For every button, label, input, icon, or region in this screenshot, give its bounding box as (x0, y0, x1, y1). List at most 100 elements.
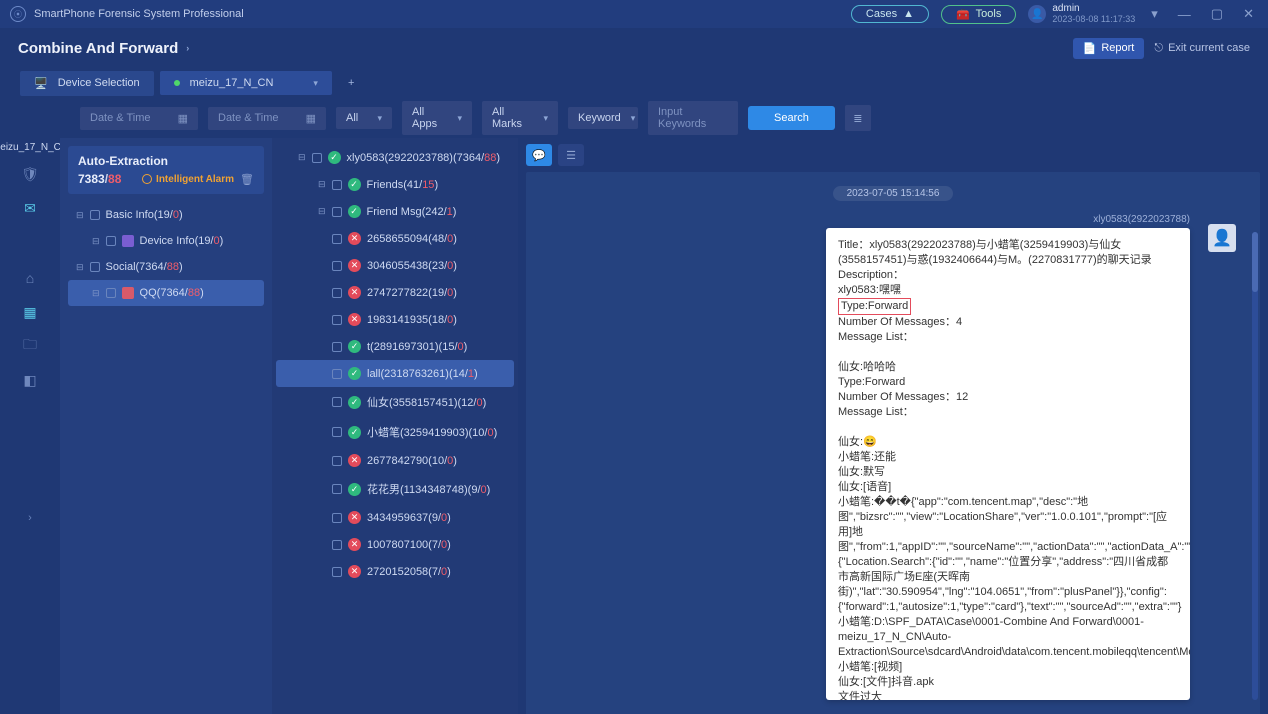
toggle-icon: ⊟ (318, 179, 326, 190)
conversation-item[interactable]: ⊟✓Friends(41/15) (276, 171, 514, 198)
chevron-down-icon: ▾ (377, 113, 382, 124)
conversation-item[interactable]: ✕1007807100(7/0) (276, 531, 514, 558)
checkbox[interactable] (332, 180, 342, 190)
conversation-item-label: 2747277822(19/0) (367, 287, 457, 299)
keyword-input[interactable]: Input Keywords (648, 101, 738, 135)
conversation-item[interactable]: ✕2747277822(19/0) (276, 279, 514, 306)
chat-panel: 💬 ☰ 2023-07-05 15:14:56 xly0583(29220237… (518, 138, 1268, 714)
conversation-item[interactable]: ✓t(2891697301)(15/0) (276, 333, 514, 360)
close-button[interactable]: ✕ (1239, 6, 1258, 22)
conversation-item[interactable]: ✕3046055438(23/0) (276, 252, 514, 279)
checkbox[interactable] (332, 288, 342, 298)
checkbox[interactable] (90, 210, 100, 220)
rail-grid-icon[interactable]: ▦ (16, 298, 44, 326)
chat-body: 2023-07-05 15:14:56 xly0583(2922023788) … (526, 172, 1260, 714)
tab-bar: 🖥️ Device Selection meizu_17_N_CN ▾ + (0, 68, 1268, 98)
page-header: Combine And Forward › 📄 Report ⎋ Exit cu… (0, 28, 1268, 68)
checkbox[interactable] (332, 207, 342, 217)
message-line: 小蜡笔:还能 (838, 450, 1178, 465)
filter-all-select[interactable]: All▾ (336, 107, 392, 129)
tree-item[interactable]: ⊟ QQ(7364/88) (68, 280, 264, 306)
tree-item-label: QQ(7364/88) (140, 287, 204, 299)
status-badge-icon: ✕ (348, 511, 361, 524)
toggle-icon: ⊟ (92, 236, 100, 247)
conversation-item[interactable]: ✓花花男(1134348748)(9/0) (276, 474, 514, 504)
conversation-item[interactable]: ✕2658655094(48/0) (276, 225, 514, 252)
checkbox[interactable] (106, 288, 116, 298)
checkbox[interactable] (332, 540, 342, 550)
dropdown-icon[interactable]: ▾ (1147, 6, 1162, 22)
message-line: Message List： (838, 405, 1178, 420)
date-to-input[interactable]: Date & Time ▦ (208, 107, 326, 130)
checkbox[interactable] (332, 261, 342, 271)
conversation-item[interactable]: ✓仙女(3558157451)(12/0) (276, 387, 514, 417)
delete-button[interactable]: 🗑 (240, 173, 254, 186)
device-selection-label: Device Selection (58, 77, 140, 89)
checkbox[interactable] (332, 369, 342, 379)
auto-extraction-header[interactable]: Auto-Extraction 7383/88 Intelligent Alar… (68, 146, 264, 194)
tab-device[interactable]: meizu_17_N_CN ▾ (160, 71, 332, 95)
checkbox[interactable] (106, 236, 116, 246)
conversation-item[interactable]: ✕2720152058(7/0) (276, 558, 514, 585)
list-view-tab[interactable]: ☰ (558, 144, 584, 166)
filter-marks-select[interactable]: All Marks▾ (482, 101, 558, 135)
checkbox[interactable] (332, 315, 342, 325)
advanced-filter-button[interactable]: ≣ (845, 105, 871, 131)
conversation-item[interactable]: ✕2677842790(10/0) (276, 447, 514, 474)
checkbox[interactable] (332, 427, 342, 437)
toggle-icon: ⊟ (92, 288, 100, 299)
rail-shield-icon[interactable]: 🛡 (16, 160, 44, 188)
rail-mail-icon[interactable]: ✉ (16, 194, 44, 222)
exit-case-button[interactable]: ⎋ Exit current case (1154, 42, 1250, 55)
device-selection-button[interactable]: 🖥️ Device Selection (20, 71, 154, 96)
checkbox[interactable] (332, 513, 342, 523)
minimize-button[interactable]: — (1174, 7, 1195, 22)
checkbox[interactable] (332, 342, 342, 352)
tree-item[interactable]: ⊟Social(7364/88) (68, 254, 264, 280)
user-block[interactable]: 👤 admin 2023-08-08 11:17:33 (1028, 4, 1135, 24)
conversation-item[interactable]: ✓lall(2318763261)(14/1) (276, 360, 514, 387)
rail-db-icon[interactable]: ◧ (16, 366, 44, 394)
filter-keyword-select[interactable]: Keyword▾ (568, 107, 638, 129)
checkbox[interactable] (90, 262, 100, 272)
message-bubble[interactable]: Title：xly0583(2922023788)与小蜡笔(3259419903… (826, 228, 1190, 700)
checkbox[interactable] (332, 234, 342, 244)
tree-item[interactable]: ⊟Device Info(19/0) (68, 228, 264, 254)
checkbox[interactable] (332, 567, 342, 577)
message-line: Type:Forward (838, 375, 1178, 390)
conversation-item[interactable]: ✕ 3434959637(9/0) (276, 504, 514, 531)
cases-button[interactable]: Cases ▲ (851, 5, 929, 23)
checkbox[interactable] (312, 153, 322, 163)
maximize-button[interactable]: ▢ (1207, 6, 1227, 22)
conversation-item[interactable]: ✓小蜡笔(3259419903)(10/0) (276, 417, 514, 447)
conversation-item[interactable]: ⊟✓xly0583(2922023788)(7364/88) (276, 144, 514, 171)
search-button[interactable]: Search (748, 106, 835, 130)
message-line: Description： (838, 268, 1178, 283)
rail-expand-button[interactable]: › (28, 512, 32, 524)
checkbox[interactable] (332, 397, 342, 407)
checkbox[interactable] (332, 484, 342, 494)
calendar-icon: ▦ (306, 112, 316, 125)
scrollbar[interactable] (1252, 232, 1258, 700)
conversation-item[interactable]: ✕1983141935(18/0) (276, 306, 514, 333)
tree-item[interactable]: ⊟Basic Info(19/0) (68, 202, 264, 228)
tree-item-label: Social(7364/88) (106, 261, 183, 273)
status-badge-icon: ✓ (348, 483, 361, 496)
message-line: 小蜡笔:��t�{"app":"com.tencent.map","desc":… (838, 495, 1178, 615)
rail-home-icon[interactable]: ⌂ (16, 264, 44, 292)
rail-folder-icon[interactable]: 🗀 (16, 332, 44, 360)
checkbox[interactable] (332, 456, 342, 466)
chat-view-tab[interactable]: 💬 (526, 144, 552, 166)
filter-bar: Date & Time ▦ Date & Time ▦ All▾ All App… (0, 98, 1268, 138)
message-timestamp: 2023-07-05 15:14:56 (833, 186, 953, 201)
conversation-item[interactable]: ⊟✓Friend Msg(242/1) (276, 198, 514, 225)
report-label: Report (1101, 42, 1134, 54)
add-tab-button[interactable]: + (338, 71, 364, 95)
report-button[interactable]: 📄 Report (1073, 38, 1145, 59)
conversation-item-label: 3434959637(9/0) (367, 512, 451, 524)
date-from-input[interactable]: Date & Time ▦ (80, 107, 198, 130)
conversation-item-label: 2658655094(48/0) (367, 233, 457, 245)
tools-button[interactable]: 🧰 Tools (941, 5, 1016, 24)
conversation-list-panel: ⊟✓xly0583(2922023788)(7364/88)⊟✓Friends(… (272, 138, 518, 714)
filter-apps-select[interactable]: All Apps▾ (402, 101, 472, 135)
